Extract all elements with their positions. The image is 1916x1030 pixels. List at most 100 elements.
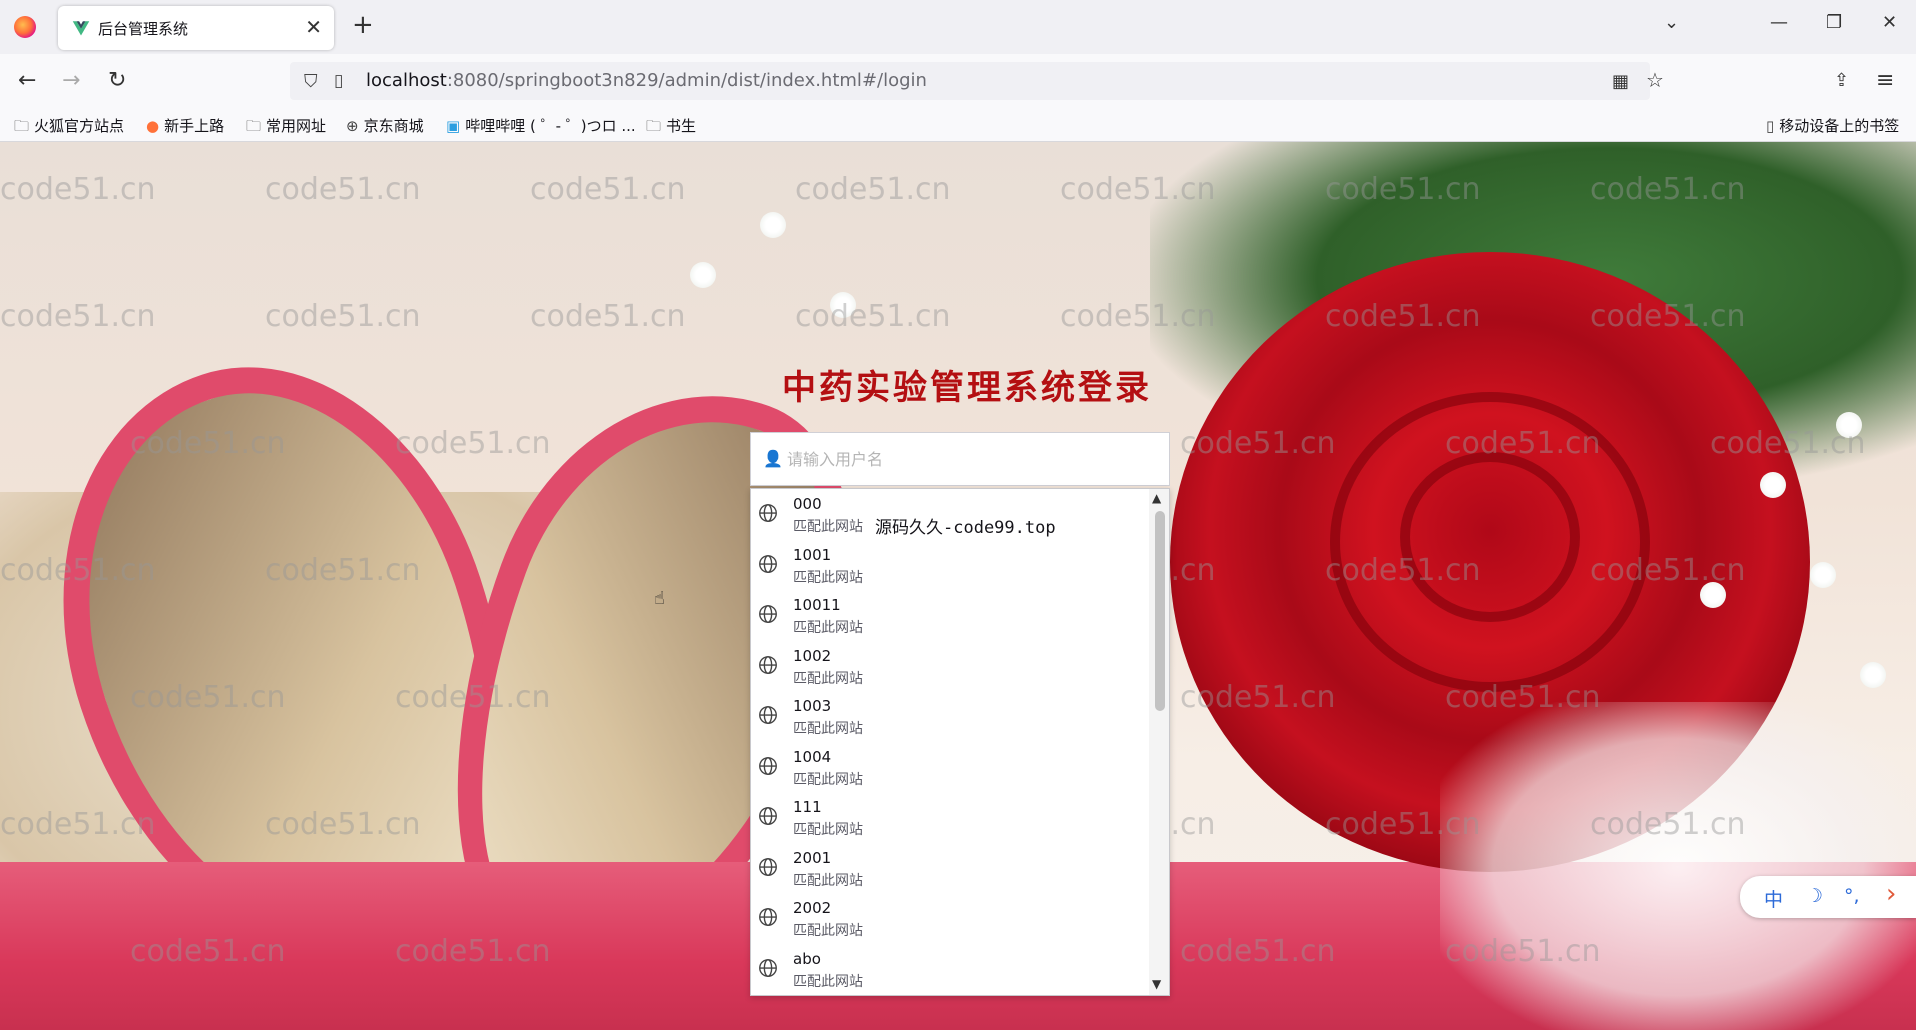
autocomplete-value: 10011 (793, 596, 841, 614)
baby-breath-flower (760, 212, 786, 238)
scrollbar-thumb[interactable] (1155, 511, 1165, 711)
globe-icon (759, 807, 777, 825)
firefox-icon: ● (146, 117, 160, 135)
autocomplete-dropdown: 000 匹配此网站 源码久久-code99.top 1001 匹配此网站 100… (750, 488, 1170, 996)
ime-expand-arrow-icon[interactable]: › (1886, 879, 1896, 909)
bookmark-item[interactable]: ⊕ 京东商城 (346, 115, 424, 136)
autocomplete-item[interactable]: 10011 匹配此网站 (751, 590, 1147, 640)
scroll-down-icon[interactable]: ▼ (1152, 977, 1161, 991)
tab-active[interactable]: 后台管理系统 ✕ (58, 6, 334, 50)
tab-list-chevron-icon[interactable]: ⌄ (1664, 12, 1679, 33)
autocomplete-sub: 匹配此网站 (793, 873, 863, 889)
baby-breath-flower (1760, 472, 1786, 498)
watermark: code51.cn (530, 172, 686, 207)
page-info-icon[interactable]: ▯ (334, 71, 343, 91)
shield-icon[interactable]: ⛉ (304, 71, 318, 92)
mobile-icon: ▯ (1766, 117, 1775, 135)
globe-icon: ⊕ (346, 117, 359, 135)
autocomplete-sub: 匹配此网站 (793, 721, 863, 737)
tab-title: 后台管理系统 (98, 20, 189, 38)
url-bar[interactable]: ⛉ ▯ localhost:8080/springboot3n829/admin… (290, 62, 1650, 100)
baby-breath-flower (1700, 582, 1726, 608)
forward-arrow-icon[interactable]: → (62, 68, 80, 93)
url-text[interactable]: localhost:8080/springboot3n829/admin/dis… (366, 70, 927, 91)
watermark: code51.cn (0, 299, 156, 334)
globe-icon (759, 706, 777, 724)
globe-icon (759, 959, 777, 977)
bookmark-item[interactable]: 🗀 常用网址 (246, 115, 326, 141)
folder-icon: 🗀 (14, 117, 30, 135)
watermark: code51.cn (395, 426, 551, 461)
scroll-up-icon[interactable]: ▲ (1152, 491, 1161, 505)
autocomplete-item[interactable]: 000 匹配此网站 源码久久-code99.top (751, 489, 1147, 539)
autocomplete-value: 2002 (793, 899, 832, 917)
ime-punct-toggle[interactable]: °, (1844, 885, 1860, 907)
autocomplete-item[interactable]: 1003 匹配此网站 (751, 691, 1147, 741)
autocomplete-sub: 匹配此网站 (793, 923, 863, 939)
window-close-icon[interactable]: ✕ (1882, 12, 1897, 33)
autocomplete-value: abo (793, 950, 821, 968)
autocomplete-value: 1004 (793, 748, 832, 766)
minimize-icon[interactable]: — (1770, 12, 1788, 33)
login-title: 中药实验管理系统登录 (782, 368, 1152, 408)
restore-icon[interactable]: ❐ (1826, 12, 1842, 33)
baby-breath-flower (830, 292, 856, 318)
bookmark-item[interactable]: ● 新手上路 (146, 115, 224, 136)
bookmark-item[interactable]: 🗀 书生 (646, 115, 696, 141)
autocomplete-item[interactable]: abo 匹配此网站 (751, 944, 1147, 994)
nav-bar: ← → ↻ ⛉ ▯ localhost:8080/springboot3n829… (0, 54, 1916, 108)
autocomplete-item[interactable]: 2002 匹配此网站 (751, 893, 1147, 943)
mobile-bookmarks[interactable]: ▯ 移动设备上的书签 (1766, 115, 1899, 136)
tab-bar: 后台管理系统 ✕ + ⌄ — ❐ ✕ (0, 0, 1916, 54)
bookmark-item[interactable]: ▣ 哔哩哔哩 ( ゜- ゜)つロ ... (446, 115, 636, 136)
watermark: code51.cn (795, 172, 951, 207)
autocomplete-value: 000 (793, 495, 822, 513)
autocomplete-value: 1002 (793, 647, 832, 665)
autocomplete-sub: 匹配此网站 (793, 671, 863, 687)
username-field[interactable]: 👤 (750, 432, 1170, 486)
back-arrow-icon[interactable]: ← (18, 68, 36, 93)
watermark: code51.cn (530, 299, 686, 334)
bookmarks-bar: 🗀 火狐官方站点 ● 新手上路 🗀 常用网址 ⊕ 京东商城 ▣ 哔哩哔哩 ( ゜- ゜)つ… (0, 108, 1916, 142)
autocomplete-item[interactable]: 2001 匹配此网站 (751, 843, 1147, 893)
autocomplete-value: 111 (793, 798, 822, 816)
baby-breath-flower (690, 262, 716, 288)
new-tab-icon[interactable]: + (352, 10, 374, 40)
autocomplete-item[interactable]: 111 匹配此网站 (751, 792, 1147, 842)
star-bookmark-icon[interactable]: ☆ (1646, 68, 1664, 92)
autocomplete-value: 1001 (793, 546, 832, 564)
ime-toolbar[interactable]: 中 ☽ °, › (1740, 876, 1916, 918)
bookmark-item[interactable]: 🗀 火狐官方站点 (14, 115, 124, 141)
autocomplete-item[interactable]: 1002 匹配此网站 (751, 641, 1147, 691)
globe-icon (759, 757, 777, 775)
menu-icon[interactable]: ≡ (1876, 68, 1894, 93)
folder-icon: 🗀 (646, 117, 662, 135)
autocomplete-item[interactable]: 1004 匹配此网站 (751, 742, 1147, 792)
autocomplete-value: 2001 (793, 849, 832, 867)
autocomplete-sub: 匹配此网站 (793, 822, 863, 838)
ime-lang-toggle[interactable]: 中 (1764, 885, 1783, 912)
autocomplete-item[interactable]: 1001 匹配此网站 (751, 540, 1147, 590)
user-icon: 👤 (763, 449, 783, 468)
tab-close-icon[interactable]: ✕ (305, 15, 322, 39)
extensions-icon[interactable]: ⇪ (1834, 70, 1849, 91)
dropdown-scrollbar[interactable]: ▲ ▼ (1149, 489, 1169, 995)
globe-icon (759, 858, 777, 876)
username-input[interactable] (787, 441, 1157, 477)
folder-icon: 🗀 (246, 117, 262, 135)
reload-icon[interactable]: ↻ (108, 68, 126, 93)
baby-breath-flower (1836, 412, 1862, 438)
autocomplete-sub: 匹配此网站 (793, 772, 863, 788)
bilibili-icon: ▣ (446, 117, 461, 135)
qr-code-icon[interactable]: ▦ (1612, 71, 1629, 92)
autocomplete-extra: 源码久久-code99.top (875, 518, 1056, 538)
rose-petal-ring (1400, 452, 1580, 622)
watermark: code51.cn (265, 172, 421, 207)
autocomplete-value: 1003 (793, 697, 832, 715)
ime-moon-icon[interactable]: ☽ (1806, 885, 1823, 907)
hand-cursor-icon: ☝ (654, 588, 665, 609)
baby-breath-flower (1860, 662, 1886, 688)
globe-icon (759, 605, 777, 623)
watermark: code51.cn (795, 299, 951, 334)
firefox-logo-icon[interactable] (14, 16, 36, 38)
